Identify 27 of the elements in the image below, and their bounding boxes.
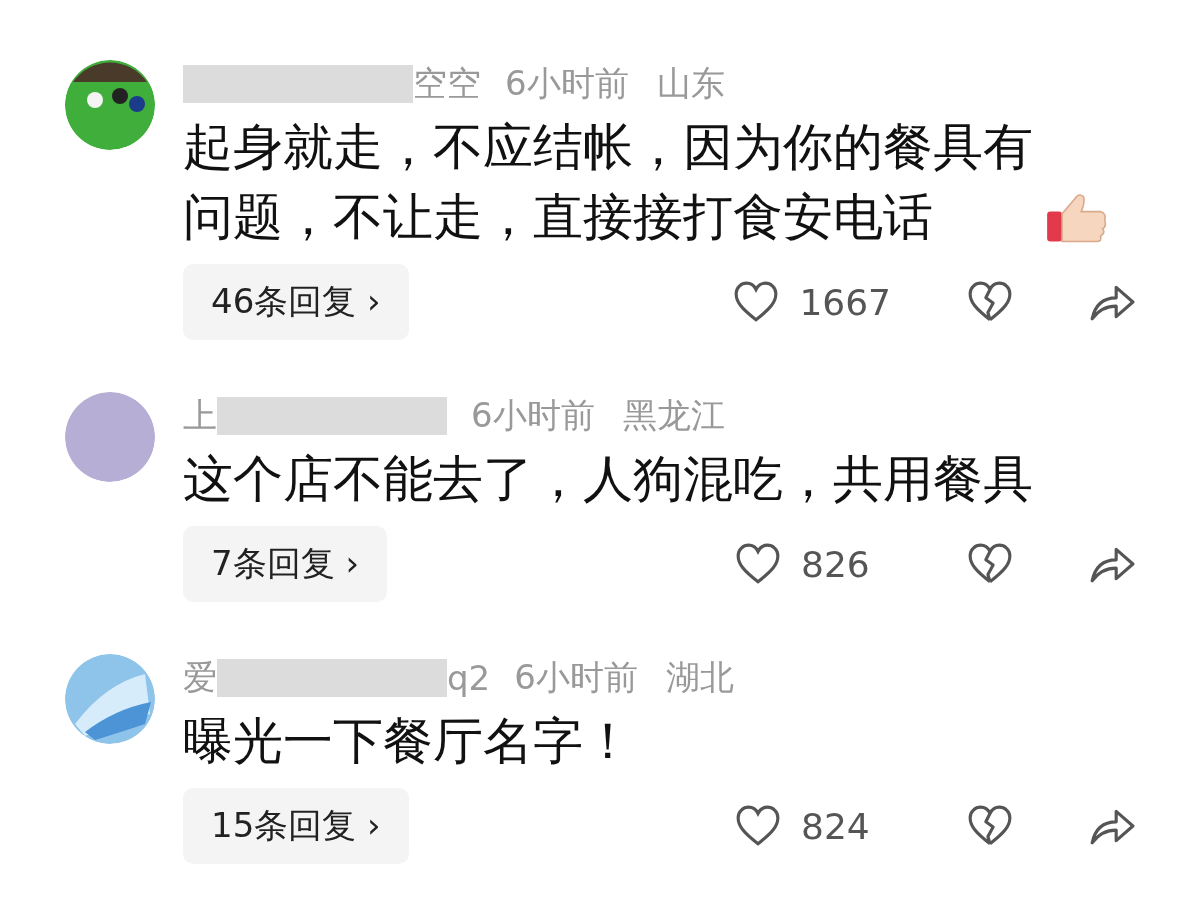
view-replies-button[interactable]: 15条回复 › xyxy=(183,788,409,864)
like-count: 1667 xyxy=(799,281,891,323)
broken-heart-icon[interactable] xyxy=(967,281,1013,323)
like-count: 826 xyxy=(801,543,871,585)
username[interactable]: 上 xyxy=(183,393,217,439)
comment-text: 起身就走，不应结帐，因为你的餐具有问题，不让走，直接接打食安电话 xyxy=(183,117,1034,248)
comment-text: 曝光一下餐厅名字！ xyxy=(183,711,633,772)
comment-text: 这个店不能去了，人狗混吃，共用餐具 xyxy=(183,449,1033,510)
comment-location: 湖北 xyxy=(665,656,734,699)
broken-heart-icon[interactable] xyxy=(967,805,1013,847)
comment-location: 黑龙江 xyxy=(622,394,725,437)
comment-location: 山东 xyxy=(656,62,725,105)
avatar-image[interactable] xyxy=(65,60,155,150)
thumbs-up-icon xyxy=(1045,192,1109,244)
username[interactable]: q2 xyxy=(447,658,491,698)
heart-icon[interactable] xyxy=(733,281,780,323)
comment-time: 6小时前 xyxy=(514,656,638,699)
username[interactable]: 爱 xyxy=(183,655,217,701)
comment-time: 6小时前 xyxy=(505,62,629,105)
like-count: 824 xyxy=(801,805,871,847)
heart-icon[interactable] xyxy=(735,805,781,847)
comment-time: 6小时前 xyxy=(471,394,595,437)
heart-icon[interactable] xyxy=(735,543,781,585)
view-replies-button[interactable]: 46条回复 › xyxy=(183,264,409,340)
broken-heart-icon[interactable] xyxy=(967,543,1013,585)
username[interactable]: 空空 xyxy=(413,61,481,107)
view-replies-button[interactable]: 7条回复 › xyxy=(183,526,388,602)
